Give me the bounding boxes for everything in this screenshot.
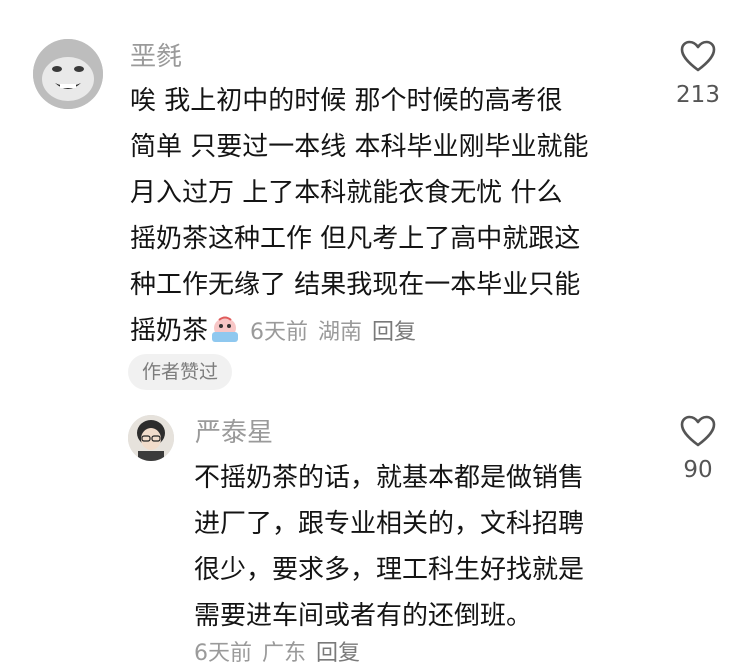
heart-outline-icon (680, 40, 716, 72)
comment-meta: 6天前 广东 回复 (194, 636, 370, 672)
comment-location: 广东 (262, 641, 307, 666)
reply-button[interactable]: 回复 (372, 320, 416, 345)
comment-line: 月入过万 上了本科就能衣食无忧 什么 (130, 178, 563, 208)
comment-line: 进厂了，跟专业相关的，文科招聘 (194, 509, 585, 539)
comment-line: 很少，要求多，理工科生好找就是 (194, 555, 585, 585)
comment-line: 不摇奶茶的话，就基本都是做销售 (194, 463, 585, 493)
comment-meta: 6天前 湖南 回复 (250, 320, 426, 345)
comment-last-line: 摇奶茶 6天前 湖南 回复 (130, 308, 650, 356)
crying-face-emoji-icon (212, 316, 239, 342)
avatar[interactable] (33, 39, 103, 109)
comment-line: 摇奶茶 (130, 316, 209, 346)
like-button[interactable]: 90 (668, 415, 728, 485)
reply-button[interactable]: 回复 (316, 641, 360, 666)
comment-location: 湖南 (318, 320, 363, 345)
comment-time: 6天前 (250, 320, 309, 345)
like-count: 90 (683, 457, 713, 483)
comment-text: 不摇奶茶的话，就基本都是做销售 进厂了，跟专业相关的，文科招聘 很少，要求多，理… (194, 455, 634, 639)
comment-username[interactable]: 严泰星 (195, 416, 273, 450)
comment-line: 摇奶茶这种工作 但凡考上了高中就跟这 (130, 224, 581, 254)
comment-line: 需要进车间或者有的还倒班。 (194, 601, 533, 631)
comment-line: 种工作无缘了 结果我现在一本毕业只能 (130, 270, 581, 300)
comment-text: 唉 我上初中的时候 那个时候的高考很 简单 只要过一本线 本科毕业刚毕业就能 月… (130, 78, 650, 356)
like-button[interactable]: 213 (668, 40, 728, 110)
avatar[interactable] (128, 415, 174, 461)
comment-username[interactable]: 垩毵 (130, 40, 182, 74)
comment-line: 唉 我上初中的时候 那个时候的高考很 (130, 86, 563, 116)
heart-outline-icon (680, 415, 716, 447)
author-liked-badge: 作者赞过 (128, 354, 233, 390)
comment-time: 6天前 (194, 641, 252, 666)
comment-line: 简单 只要过一本线 本科毕业刚毕业就能 (130, 132, 589, 162)
like-count: 213 (676, 82, 720, 108)
